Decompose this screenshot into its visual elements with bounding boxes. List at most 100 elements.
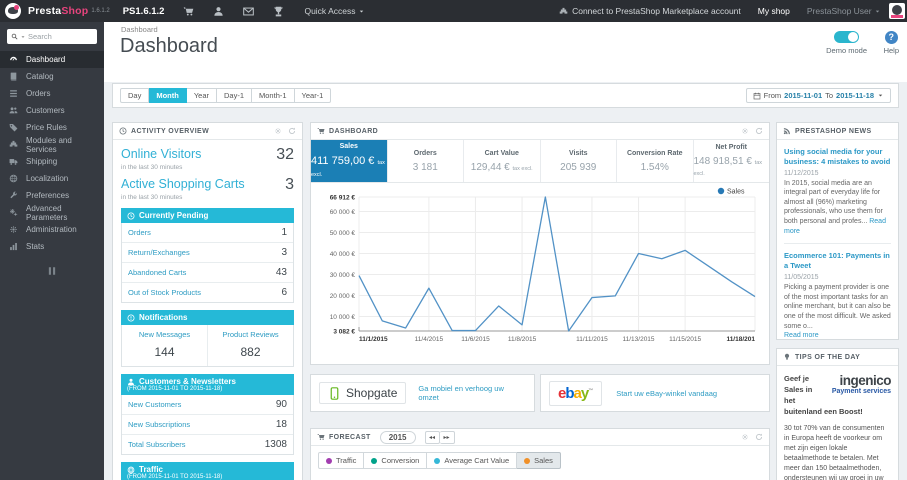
- table-row[interactable]: Abandoned Carts 43: [122, 263, 293, 283]
- user-menu[interactable]: PrestaShop User: [807, 6, 881, 16]
- collapse-menu-icon[interactable]: [46, 265, 58, 277]
- svg-text:11/18/201: 11/18/201: [726, 336, 755, 343]
- svg-text:11/15/2015: 11/15/2015: [669, 336, 701, 343]
- kpi-cart-value[interactable]: Cart Value 129,44 € tax excl.: [464, 140, 541, 182]
- sidebar-item-customers[interactable]: Customers: [0, 102, 104, 119]
- svg-text:60 000 €: 60 000 €: [330, 209, 356, 216]
- news-article-title[interactable]: Ecommerce 101: Payments in a Tweet: [784, 251, 891, 271]
- shopgate-link[interactable]: Ga mobiel en verhoog uw omzet: [418, 384, 526, 402]
- news-article-title[interactable]: Using social media for your business: 4 …: [784, 147, 891, 167]
- help-icon: ?: [884, 31, 898, 44]
- table-row[interactable]: New Subscriptions 18: [122, 415, 293, 435]
- chevron-down-icon: [877, 92, 884, 99]
- sidebar-item-price-rules[interactable]: Price Rules: [0, 119, 104, 136]
- forecast-next-button[interactable]: ▸▸: [439, 430, 455, 444]
- cart-icon[interactable]: [183, 6, 194, 17]
- range-month-1-button[interactable]: Month-1: [252, 88, 295, 103]
- gear-icon[interactable]: [741, 127, 749, 135]
- svg-text:30 000 €: 30 000 €: [330, 272, 356, 279]
- clock-icon: [127, 212, 135, 220]
- table-row[interactable]: Total Subscribers 1308: [122, 435, 293, 454]
- help-button[interactable]: ? Help: [884, 31, 899, 55]
- date-range-picker[interactable]: From 2015-11-01 To 2015-11-18: [745, 88, 891, 103]
- news-article: Using social media for your business: 4 …: [784, 147, 891, 235]
- user-icon: [127, 378, 135, 386]
- refresh-icon[interactable]: [755, 433, 763, 441]
- table-row[interactable]: Orders 1: [122, 223, 293, 243]
- legend-traffic-button[interactable]: Traffic: [318, 452, 365, 469]
- chevron-down-icon: [358, 8, 365, 15]
- refresh-icon[interactable]: [755, 127, 763, 135]
- trophy-icon[interactable]: [273, 6, 284, 17]
- tips-panel-header: TIPS OF THE DAY: [777, 349, 898, 366]
- svg-text:40 000 €: 40 000 €: [330, 251, 356, 258]
- sidebar-item-catalog[interactable]: Catalog: [0, 68, 104, 85]
- clock-icon: [119, 127, 127, 135]
- sidebar-item-advanced-parameters[interactable]: Advanced Parameters: [0, 204, 104, 222]
- sidebar-item-dashboard[interactable]: Dashboard: [0, 51, 104, 68]
- user-avatar[interactable]: [889, 3, 905, 19]
- tips-body-text: 30 tot 70% van de consumenten in Europa …: [784, 424, 885, 480]
- range-year-button[interactable]: Year: [186, 88, 217, 103]
- kpi-visits[interactable]: Visits 205 939: [541, 140, 617, 182]
- sidebar-item-orders[interactable]: Orders: [0, 85, 104, 102]
- list-icon: [9, 89, 18, 98]
- my-shop-link[interactable]: My shop: [758, 6, 790, 16]
- active-carts-stat: Active Shopping Carts 3: [121, 176, 294, 193]
- demo-mode-toggle[interactable]: [834, 31, 860, 43]
- book-icon: [9, 72, 18, 81]
- legend-average-cart-value-button[interactable]: Average Cart Value: [427, 452, 518, 469]
- marketplace-link[interactable]: Connect to PrestaShop Marketplace accoun…: [559, 6, 741, 16]
- main-area: Dashboard Dashboard Demo mode ? Help Day…: [104, 22, 907, 480]
- svg-text:10 000 €: 10 000 €: [330, 314, 356, 321]
- notifications-header: Notifications: [121, 310, 294, 325]
- sidebar-item-modules[interactable]: Modules and Services: [0, 136, 104, 154]
- product-reviews-cell[interactable]: Product Reviews 882: [207, 325, 293, 366]
- activity-overview-panel: ACTIVITY OVERVIEW Online Visitors 32 in …: [112, 122, 303, 480]
- new-messages-cell[interactable]: New Messages 144: [122, 325, 207, 366]
- sidebar-item-administration[interactable]: Administration: [0, 221, 104, 238]
- pending-table: Orders 1 Return/Exchanges 3 Abandoned Cart…: [121, 223, 294, 303]
- refresh-icon[interactable]: [288, 127, 296, 135]
- forecast-year[interactable]: 2015: [379, 430, 416, 444]
- gear-icon[interactable]: [274, 127, 282, 135]
- kpi-sales[interactable]: Sales 411 759,00 € tax excl.: [311, 140, 388, 182]
- users-icon: [9, 106, 18, 115]
- gauge-icon: [9, 55, 18, 64]
- forecast-prev-button[interactable]: ◂◂: [424, 430, 440, 444]
- traffic-header: Traffic (FROM 2015-11-01 TO 2015-11-18): [121, 462, 294, 480]
- exclamation-circle-icon: [127, 314, 135, 322]
- user-icon[interactable]: [213, 6, 224, 17]
- average-cart-value-dot-icon: [434, 457, 441, 464]
- range-month-button[interactable]: Month: [149, 88, 187, 103]
- read-more-link[interactable]: Read more: [784, 332, 819, 339]
- mail-icon[interactable]: [243, 6, 255, 17]
- table-row[interactable]: Out of Stock Products 6: [122, 283, 293, 302]
- currently-pending-header: Currently Pending: [121, 208, 294, 223]
- legend-conversion-button[interactable]: Conversion: [364, 452, 428, 469]
- kpi-row: Sales 411 759,00 € tax excl. Orders 3 181 …: [311, 140, 769, 183]
- quick-access-menu[interactable]: Quick Access: [304, 6, 364, 16]
- range-year-1-button[interactable]: Year-1: [294, 88, 332, 103]
- chevron-down-icon: [874, 8, 881, 15]
- legend-sales-button[interactable]: Sales: [517, 452, 561, 469]
- range-day-1-button[interactable]: Day-1: [217, 88, 253, 103]
- puzzle-icon: [559, 7, 568, 16]
- sidebar-item-stats[interactable]: Stats: [0, 238, 104, 255]
- range-day-button[interactable]: Day: [120, 88, 150, 103]
- kpi-net-profit[interactable]: Net Profit 148 918,51 € tax excl.: [694, 140, 770, 182]
- forecast-panel: FORECAST 2015 ◂◂ ▸▸ Traffic Conversion A…: [310, 428, 770, 480]
- gear-icon[interactable]: [741, 433, 749, 441]
- demo-mode-label: Demo mode: [826, 46, 867, 55]
- table-row[interactable]: New Customers 90: [122, 395, 293, 415]
- chevron-down-icon[interactable]: [20, 34, 26, 40]
- sidebar-item-localization[interactable]: Localization: [0, 170, 104, 187]
- sidebar-item-shipping[interactable]: Shipping: [0, 153, 104, 170]
- kpi-orders[interactable]: Orders 3 181: [388, 140, 464, 182]
- ebay-link[interactable]: Start uw eBay-winkel vandaag: [616, 389, 717, 398]
- sidebar-item-preferences[interactable]: Preferences: [0, 187, 104, 204]
- table-row[interactable]: Return/Exchanges 3: [122, 243, 293, 263]
- kpi-conversion-rate[interactable]: Conversion Rate 1.54%: [617, 140, 694, 182]
- tags-icon: [9, 123, 18, 132]
- search-input[interactable]: [28, 32, 83, 41]
